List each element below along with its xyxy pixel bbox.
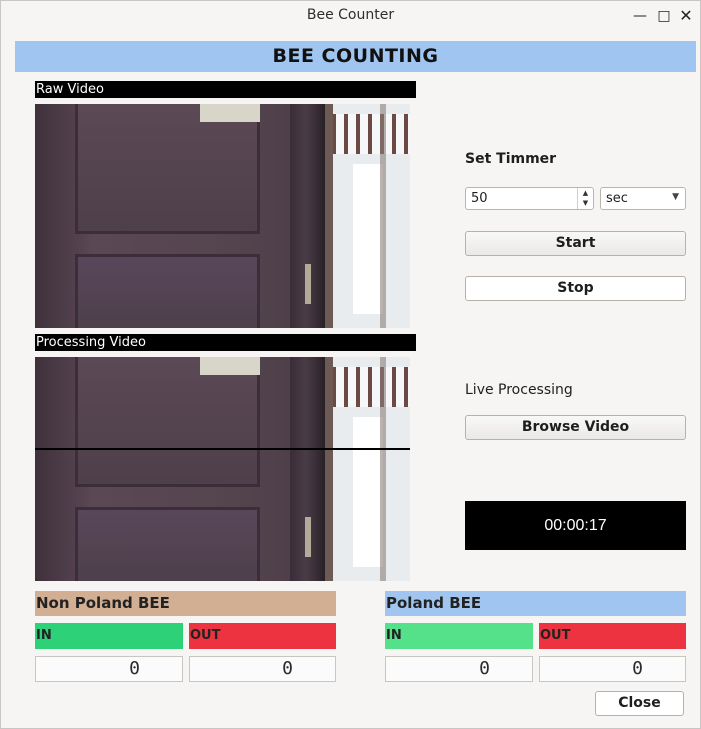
video-bar xyxy=(325,357,333,581)
video-lamp xyxy=(200,357,260,375)
timer-value[interactable]: 50 xyxy=(471,191,488,206)
poland-in-counter: 0 xyxy=(385,656,533,682)
window-title: Bee Counter xyxy=(306,7,395,23)
counting-line xyxy=(35,448,410,450)
non-poland-header: Non Poland BEE xyxy=(35,591,336,616)
browse-video-button[interactable]: Browse Video xyxy=(465,415,686,440)
poland-in-label: IN xyxy=(385,623,533,649)
title-bar: Bee Counter — □ ✕ xyxy=(1,1,700,31)
timer-spinbox[interactable]: 50 ▲ ▼ xyxy=(465,187,594,210)
video-door-panel xyxy=(75,104,260,234)
video-lattice xyxy=(332,367,410,407)
app-window: Bee Counter — □ ✕ BEE COUNTING Raw Video… xyxy=(0,0,701,729)
processing-video-label: Processing Video xyxy=(35,334,416,351)
non-poland-out-counter: 0 xyxy=(189,656,336,682)
video-hinge xyxy=(305,264,311,304)
video-light xyxy=(353,417,383,567)
video-bar xyxy=(380,104,386,328)
chevron-down-icon: ▼ xyxy=(672,192,679,202)
processing-video-feed xyxy=(35,357,410,581)
poland-out-label: OUT xyxy=(539,623,686,649)
video-hinge xyxy=(305,517,311,557)
poland-header: Poland BEE xyxy=(385,591,686,616)
spin-down-icon[interactable]: ▼ xyxy=(578,198,593,208)
video-bar xyxy=(325,104,333,328)
unit-value: sec xyxy=(606,191,628,206)
live-processing-label: Live Processing xyxy=(465,382,573,398)
video-bar xyxy=(380,357,386,581)
video-door-panel xyxy=(75,254,260,328)
spin-arrows: ▲ ▼ xyxy=(577,188,593,209)
elapsed-timer-display: 00:00:17 xyxy=(465,501,686,550)
non-poland-in-label: IN xyxy=(35,623,183,649)
minimize-icon[interactable]: — xyxy=(631,6,649,26)
app-banner: BEE COUNTING xyxy=(15,41,696,72)
close-button[interactable]: Close xyxy=(595,691,684,716)
non-poland-in-counter: 0 xyxy=(35,656,183,682)
video-door-panel xyxy=(75,357,260,487)
raw-video-label: Raw Video xyxy=(35,81,416,98)
close-window-icon[interactable]: ✕ xyxy=(677,6,695,26)
set-timer-label: Set Timmer xyxy=(465,151,557,167)
video-light xyxy=(353,164,383,314)
non-poland-out-label: OUT xyxy=(189,623,336,649)
video-lattice xyxy=(332,114,410,154)
stop-button[interactable]: Stop xyxy=(465,276,686,301)
video-door-panel xyxy=(75,507,260,581)
spin-up-icon[interactable]: ▲ xyxy=(578,188,593,198)
unit-select[interactable]: sec ▼ xyxy=(600,187,686,210)
raw-video-feed xyxy=(35,104,410,328)
start-button[interactable]: Start xyxy=(465,231,686,256)
video-lamp xyxy=(200,104,260,122)
poland-out-counter: 0 xyxy=(539,656,686,682)
maximize-icon[interactable]: □ xyxy=(655,6,673,26)
